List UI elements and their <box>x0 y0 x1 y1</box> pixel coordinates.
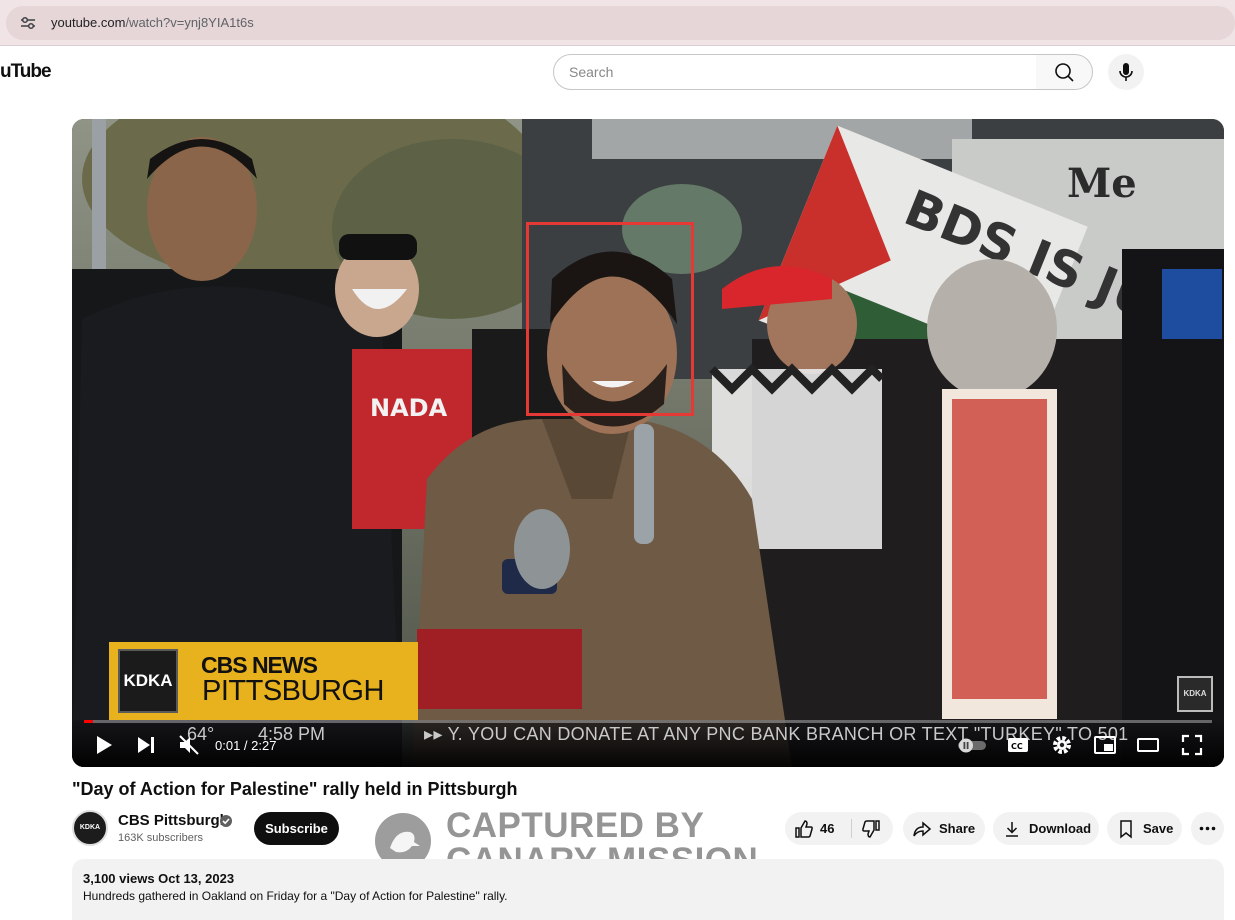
share-button[interactable]: Share <box>903 812 985 845</box>
like-divider <box>851 819 852 838</box>
like-dislike-group: 46 <box>785 812 893 845</box>
more-horizontal-icon <box>1199 826 1216 831</box>
verified-check-icon <box>220 815 232 827</box>
description-text: Hundreds gathered in Oakland on Friday f… <box>83 889 508 903</box>
station-bug: KDKA <box>1177 676 1213 712</box>
autoplay-toggle-icon[interactable] <box>956 733 988 757</box>
microphone-icon <box>1119 63 1133 81</box>
building-sign-text: Me <box>1067 160 1137 207</box>
news-lower-third: KDKA CBS NEWS PITTSBURGH <box>109 642 418 720</box>
search-input[interactable] <box>569 55 1029 89</box>
video-title: "Day of Action for Palestine" rally held… <box>72 779 518 799</box>
subscriber-count: 163K subscribers <box>118 832 203 844</box>
ticker-arrows-icon: ▸▸ <box>424 724 448 744</box>
progress-bar[interactable] <box>84 720 1212 723</box>
search-box[interactable] <box>553 54 1037 90</box>
station-logo: KDKA <box>118 649 178 713</box>
save-label: Save <box>1143 821 1174 836</box>
time-readout: 0:01 / 2:27 <box>215 738 277 753</box>
subscribe-button[interactable]: Subscribe <box>254 812 339 845</box>
shirt-text: NADA <box>370 394 448 422</box>
video-player[interactable]: Me BDS IS JUSTICE NADA <box>72 119 1224 767</box>
url-path: /watch?v=ynj8YIA1t6s <box>125 15 254 30</box>
view-count-and-date: 3,100 views Oct 13, 2023 <box>83 871 235 886</box>
like-count[interactable]: 46 <box>820 821 834 836</box>
play-icon[interactable] <box>92 733 116 757</box>
news-city: PITTSBURGH <box>202 675 384 707</box>
youtube-logo[interactable]: uTube <box>0 61 52 83</box>
next-icon[interactable] <box>134 733 158 757</box>
download-button[interactable]: Download <box>993 812 1099 845</box>
download-label: Download <box>1029 821 1092 836</box>
voice-search-button[interactable] <box>1108 54 1144 90</box>
channel-name[interactable]: CBS Pittsburgh <box>118 812 229 829</box>
watermark-line-1: CAPTURED BY <box>446 806 705 845</box>
search-button[interactable] <box>1036 54 1093 90</box>
miniplayer-icon[interactable] <box>1093 733 1117 757</box>
progress-played <box>84 720 94 723</box>
description-box[interactable]: 3,100 views Oct 13, 2023 Hundreds gather… <box>72 859 1224 920</box>
channel-avatar[interactable]: KDKA <box>72 810 108 846</box>
search-icon <box>1055 63 1074 82</box>
theater-mode-icon[interactable] <box>1136 733 1160 757</box>
captions-icon[interactable]: CC <box>1006 733 1030 757</box>
share-label: Share <box>939 821 976 836</box>
download-icon <box>1006 822 1018 837</box>
url-host: youtube.com <box>51 15 126 30</box>
site-settings-icon[interactable] <box>20 16 36 30</box>
save-button[interactable]: Save <box>1107 812 1182 845</box>
svg-text:CC: CC <box>1011 742 1023 751</box>
url-text: youtube.com/watch?v=ynj8YIA1t6s <box>51 15 254 30</box>
bookmark-icon <box>1120 820 1132 839</box>
muted-volume-icon[interactable] <box>177 733 201 757</box>
face-highlight-box <box>526 222 694 416</box>
url-field[interactable]: youtube.com/watch?v=ynj8YIA1t6s <box>6 6 1235 40</box>
settings-gear-icon[interactable] <box>1050 733 1074 757</box>
browser-address-bar: youtube.com/watch?v=ynj8YIA1t6s <box>0 0 1235 46</box>
thumbs-down-icon[interactable] <box>861 819 881 839</box>
thumbs-up-icon[interactable] <box>794 819 814 839</box>
more-actions-button[interactable] <box>1191 812 1224 845</box>
share-arrow-icon <box>913 821 932 837</box>
fullscreen-icon[interactable] <box>1180 733 1204 757</box>
